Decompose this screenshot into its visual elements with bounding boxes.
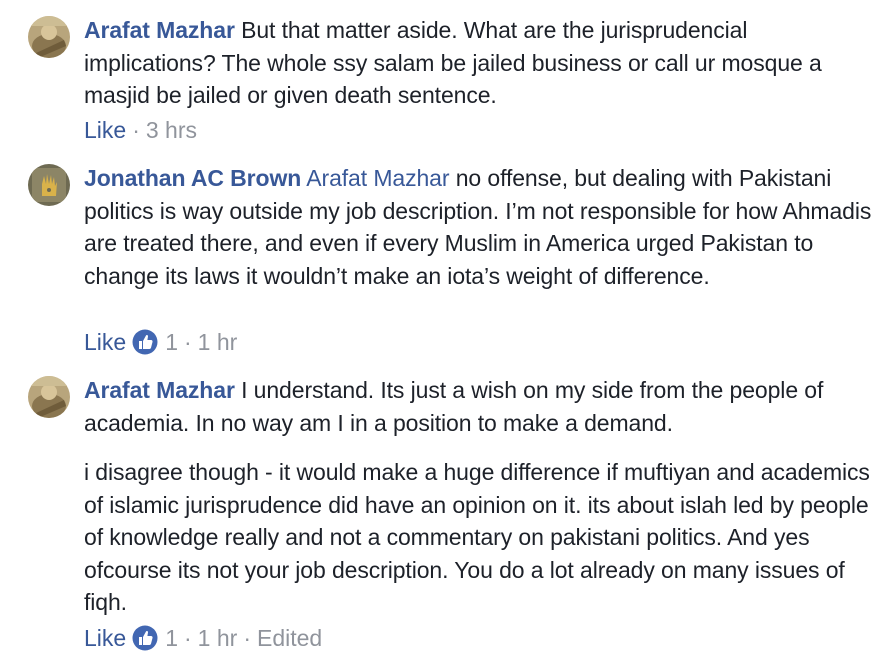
author-link[interactable]: Arafat Mazhar <box>84 17 235 43</box>
comment-paragraph: i disagree though - it would make a huge… <box>84 459 870 615</box>
separator: · <box>243 625 251 651</box>
separator: · <box>184 625 192 651</box>
mention-link[interactable]: Arafat Mazhar <box>306 165 449 191</box>
timestamp[interactable]: 3 hrs <box>146 116 197 144</box>
comment-paragraph-first: Arafat Mazhar I understand. Its just a w… <box>84 374 874 439</box>
author-link[interactable]: Jonathan AC Brown <box>84 165 301 191</box>
timestamp[interactable]: 1 hr <box>198 624 238 652</box>
comment-actions: Like 1 · 1 hr <box>84 328 237 356</box>
comment-actions: Like · 3 hrs <box>84 116 197 144</box>
avatar[interactable] <box>28 376 70 418</box>
like-button[interactable]: Like <box>84 328 126 356</box>
separator: · <box>184 329 192 355</box>
timestamp[interactable]: 1 hr <box>198 328 238 356</box>
like-button[interactable]: Like <box>84 116 126 144</box>
avatar[interactable] <box>28 164 70 206</box>
edited-label[interactable]: Edited <box>257 624 322 652</box>
like-button[interactable]: Like <box>84 624 126 652</box>
separator: · <box>132 117 140 143</box>
thumbs-up-icon[interactable] <box>132 625 158 651</box>
comment-text: Arafat Mazhar I understand. Its just a w… <box>84 374 874 619</box>
reaction-count[interactable]: 1 <box>165 328 178 356</box>
comment-actions: Like 1 · 1 hr · Edited <box>84 624 322 652</box>
reaction-count[interactable]: 1 <box>165 624 178 652</box>
comment-text: Jonathan AC Brown Arafat Mazhar no offen… <box>84 162 874 292</box>
author-link[interactable]: Arafat Mazhar <box>84 377 235 403</box>
avatar[interactable] <box>28 16 70 58</box>
thumbs-up-icon[interactable] <box>132 329 158 355</box>
comment-text: Arafat Mazhar But that matter aside. Wha… <box>84 14 874 112</box>
